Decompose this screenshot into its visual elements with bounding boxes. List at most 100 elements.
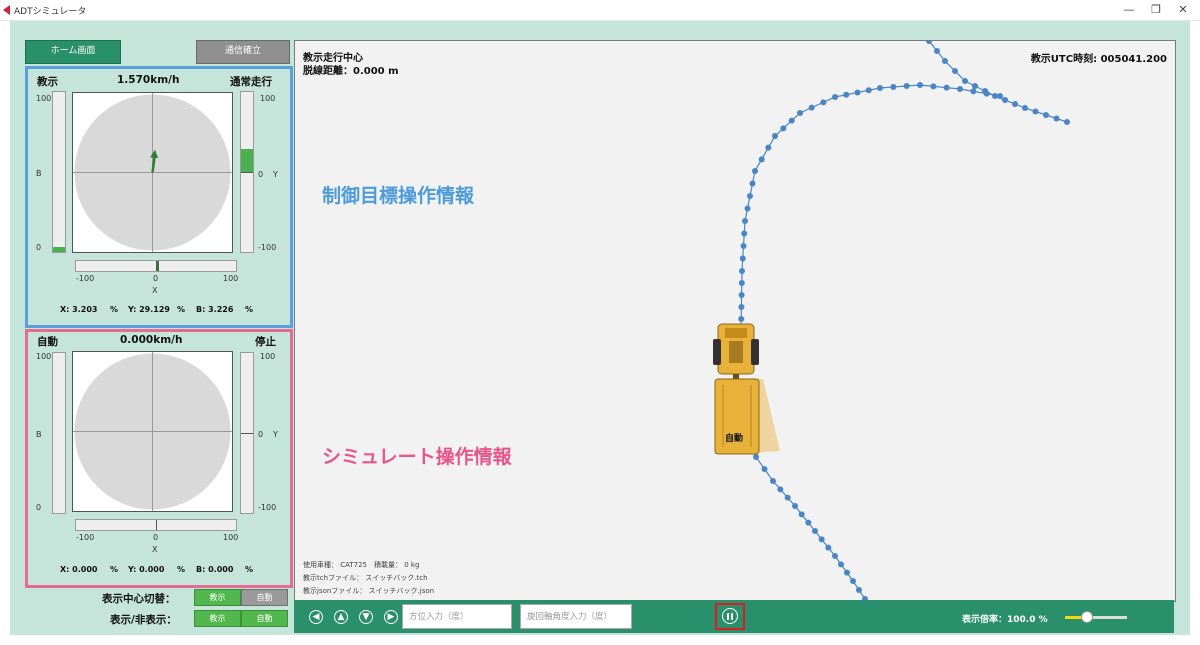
- sim-joystick-plot: [73, 352, 232, 511]
- zoom-slider-thumb[interactable]: [1080, 611, 1093, 623]
- y-axis-label: Y: [273, 170, 278, 179]
- pause-icon-bar-left: [727, 612, 729, 620]
- path-point-46: [943, 84, 950, 91]
- vehicle-wheel-right: [751, 339, 759, 365]
- path-point-48: [970, 88, 977, 95]
- restore-button[interactable]: ❐: [1145, 1, 1167, 18]
- sim-speed: 0.000km/h: [120, 334, 183, 346]
- heading-input[interactable]: 方位入力（度）: [402, 604, 512, 629]
- sim-x-tick-min: -100: [76, 533, 95, 542]
- close-button[interactable]: ✕: [1172, 1, 1194, 18]
- path-point-19: [738, 280, 745, 286]
- zoom-label: 表示倍率：100.0 %: [962, 615, 1048, 625]
- path-point-30: [765, 144, 772, 151]
- path-point-34: [797, 110, 803, 116]
- sim-y-tick-zero: 0: [258, 430, 264, 439]
- path-point-16: [738, 316, 745, 322]
- y-tick-min: -100: [258, 243, 277, 252]
- path-point-21: [739, 255, 746, 262]
- sim-brake-axis-label: B: [36, 430, 42, 439]
- sim-drive-state: 停止: [255, 336, 276, 348]
- path-point-58: [805, 519, 812, 526]
- path-point-23: [741, 230, 748, 237]
- pause-button[interactable]: [722, 608, 738, 624]
- sim-y-tick-min: -100: [258, 503, 277, 512]
- path-point-41: [877, 85, 883, 91]
- x-tick-min: -100: [76, 274, 95, 283]
- map-utc-text: 教示UTC時刻: 005041.200: [1030, 54, 1167, 65]
- path-point-5: [972, 83, 978, 89]
- sim-y-value: Y: 0.000: [128, 565, 165, 574]
- path-line: [740, 84, 1001, 332]
- turn-angle-input[interactable]: 旋回軸角度入力（度）: [520, 604, 632, 629]
- path-point-27: [749, 180, 756, 187]
- y-gauge-fill: [241, 148, 253, 172]
- path-point-26: [747, 193, 753, 199]
- pause-icon-bar-right: [731, 612, 733, 620]
- path-point-36: [820, 99, 827, 106]
- map-json-info: 教示jsonファイル： スイッチバック.json: [303, 587, 435, 595]
- x-axis-label: X: [152, 286, 158, 295]
- window-title: ADTシミュレータ: [14, 7, 87, 17]
- brake-tick-max: 100: [36, 94, 52, 103]
- sim-y-gauge: [240, 352, 254, 514]
- pan-up-button[interactable]: ▲: [334, 610, 348, 624]
- path-point-37: [832, 94, 838, 100]
- map-view[interactable]: 教示走行中心 脱線距離：0.000 m 教示UTC時刻: 005041.200 …: [294, 40, 1176, 602]
- show-auto-button[interactable]: 自動: [241, 610, 288, 627]
- path-point-53: [770, 478, 776, 484]
- x-tick-zero: 0: [153, 274, 159, 283]
- path-point-14: [1064, 119, 1070, 125]
- center-teach-button[interactable]: 教示: [194, 589, 241, 606]
- vehicle-engine: [729, 341, 743, 363]
- path-point-44: [917, 82, 923, 88]
- path-point-61: [825, 544, 832, 551]
- sim-x-tick-zero: 0: [153, 533, 159, 542]
- path-point-43: [903, 83, 910, 89]
- path-point-42: [890, 84, 897, 90]
- sim-x-gauge: [75, 519, 237, 531]
- minimize-button[interactable]: —: [1118, 1, 1140, 18]
- vehicle-windshield: [725, 328, 747, 338]
- home-button[interactable]: ホーム画面: [25, 40, 121, 64]
- path-point-28: [752, 168, 758, 174]
- x-gauge: [75, 260, 237, 272]
- sim-brake-gauge: [52, 352, 66, 514]
- sim-x-tick-max: 100: [223, 533, 239, 542]
- path-point-29: [758, 156, 765, 163]
- app-logo-icon: [3, 5, 10, 15]
- control-joystick-area: [72, 92, 233, 253]
- pan-right-button[interactable]: ▶: [384, 610, 398, 624]
- center-auto-button[interactable]: 自動: [241, 589, 288, 606]
- path-point-2: [942, 58, 948, 64]
- path-point-8: [1002, 97, 1008, 103]
- path-point-31: [772, 133, 778, 139]
- path-point-39: [854, 89, 861, 96]
- path-point-49: [983, 90, 990, 97]
- path-point-64: [844, 569, 850, 576]
- control-drive-state: 通常走行: [230, 76, 272, 88]
- pan-down-button[interactable]: ▼: [359, 610, 373, 624]
- zoom-slider-track[interactable]: [1065, 611, 1127, 623]
- path-point-54: [777, 486, 784, 493]
- pan-left-button[interactable]: ◀: [309, 610, 323, 624]
- path-point-52: [761, 466, 768, 472]
- path-point-13: [1053, 115, 1060, 122]
- path-point-12: [1043, 112, 1049, 118]
- sim-y-unit: %: [177, 565, 186, 574]
- connect-button[interactable]: 通信確立: [196, 40, 290, 64]
- path-point-40: [865, 87, 872, 94]
- path-point-32: [780, 125, 787, 132]
- vehicle-mode-label: 自動: [725, 434, 744, 444]
- path-point-35: [808, 104, 815, 111]
- control-speed: 1.570km/h: [117, 74, 180, 86]
- path-point-56: [792, 503, 798, 509]
- show-teach-button[interactable]: 教示: [194, 610, 241, 627]
- control-x-unit: %: [110, 305, 119, 314]
- sim-x-unit: %: [110, 565, 119, 574]
- map-distance-text: 脱線距離：0.000 m: [303, 66, 399, 77]
- path-point-66: [856, 587, 862, 593]
- path-point-47: [957, 86, 963, 92]
- path-point-33: [788, 117, 795, 124]
- control-x-value: X: 3.203: [60, 305, 98, 314]
